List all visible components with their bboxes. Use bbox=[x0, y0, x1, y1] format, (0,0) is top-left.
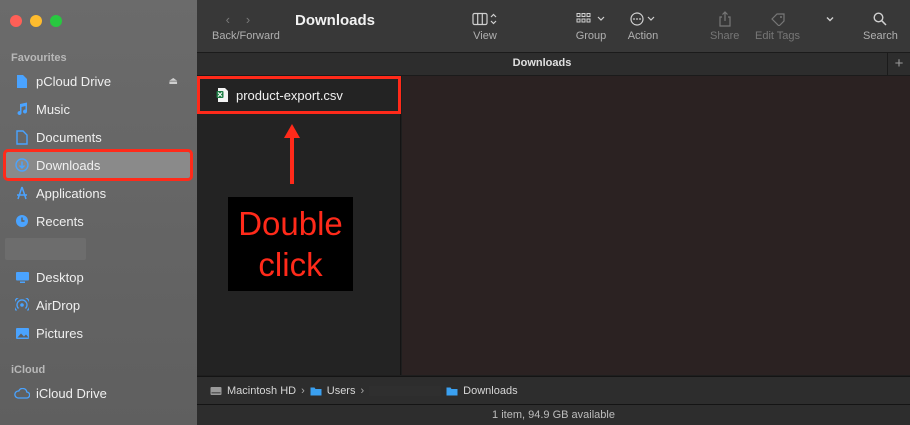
back-forward-label: Back/Forward bbox=[212, 30, 280, 42]
share-icon bbox=[719, 11, 731, 27]
edit-tags-label: Edit Tags bbox=[755, 30, 801, 42]
chevron-down-icon bbox=[826, 17, 834, 22]
window-title: Downloads bbox=[295, 12, 376, 29]
close-window-button[interactable] bbox=[10, 15, 22, 27]
sidebar-item-music[interactable]: Music bbox=[6, 96, 190, 122]
toolbar: ‹ › Back/Forward Downloads View Group Act… bbox=[197, 0, 910, 52]
airdrop-icon bbox=[14, 297, 30, 313]
sidebar-item-icloud-drive[interactable]: iCloud Drive bbox=[6, 380, 190, 406]
sidebar-item-label: Desktop bbox=[36, 269, 84, 285]
spreadsheet-file-icon bbox=[216, 87, 230, 103]
search-button[interactable]: Search bbox=[863, 8, 898, 42]
chevron-right-icon[interactable]: › bbox=[246, 12, 266, 27]
file-name: product-export.csv bbox=[236, 87, 343, 103]
sidebar-item-label: Recents bbox=[36, 213, 84, 229]
sidebar-item-label: AirDrop bbox=[36, 297, 81, 313]
status-bar: 1 item, 94.9 GB available bbox=[197, 404, 910, 425]
view-label: View bbox=[473, 30, 497, 42]
sidebar: Favourites pCloud Drive ⏏ Music Document… bbox=[0, 0, 197, 425]
folder-icon bbox=[310, 387, 322, 395]
group-label: Group bbox=[575, 30, 607, 42]
annotation-arrow bbox=[284, 124, 300, 184]
sidebar-item-recents[interactable]: Recents bbox=[6, 208, 190, 234]
new-tab-button[interactable]: + bbox=[887, 53, 910, 75]
columns-view-icon bbox=[472, 12, 497, 26]
eject-icon[interactable]: ⏏ bbox=[169, 76, 178, 87]
sidebar-item-desktop[interactable]: Desktop bbox=[6, 264, 190, 290]
annotation-line-1: Double bbox=[238, 205, 343, 242]
sidebar-item-label: Documents bbox=[36, 129, 102, 145]
desktop-icon bbox=[14, 269, 30, 285]
crumb-label: Downloads bbox=[463, 384, 518, 397]
more-toolbar-items-button[interactable] bbox=[825, 8, 835, 30]
ellipsis-circle-icon bbox=[630, 12, 655, 26]
download-icon bbox=[14, 157, 30, 173]
hard-drive-icon bbox=[210, 386, 222, 395]
sidebar-item-airdrop[interactable]: AirDrop bbox=[6, 292, 190, 318]
minimize-window-button[interactable] bbox=[30, 15, 42, 27]
redacted-item bbox=[5, 238, 86, 260]
window-controls bbox=[10, 15, 62, 27]
file-row-product-export[interactable]: product-export.csv bbox=[197, 76, 401, 114]
crumb-separator: › bbox=[360, 384, 365, 397]
section-icloud: iCloud bbox=[11, 364, 46, 376]
sidebar-item-label: Music bbox=[36, 101, 70, 117]
zoom-window-button[interactable] bbox=[50, 15, 62, 27]
sidebar-item-pictures[interactable]: Pictures bbox=[6, 320, 190, 346]
section-favourites: Favourites bbox=[11, 52, 67, 64]
sidebar-item-pcloud-drive[interactable]: pCloud Drive ⏏ bbox=[6, 68, 190, 94]
sidebar-item-label: pCloud Drive bbox=[36, 73, 112, 89]
annotation-line-2: click bbox=[258, 246, 323, 283]
tab-downloads[interactable]: Downloads bbox=[197, 57, 887, 69]
search-icon bbox=[873, 12, 887, 26]
search-label: Search bbox=[863, 30, 898, 42]
back-forward-control[interactable]: ‹ › Back/Forward bbox=[212, 8, 280, 43]
music-note-icon bbox=[14, 101, 30, 117]
share-button[interactable]: Share bbox=[710, 8, 739, 42]
document-icon bbox=[14, 73, 30, 89]
sidebar-item-downloads[interactable]: Downloads bbox=[3, 149, 193, 181]
preview-column bbox=[402, 76, 910, 375]
chevron-left-icon[interactable]: ‹ bbox=[226, 12, 246, 27]
tab-bar: Downloads + bbox=[197, 52, 910, 76]
action-button[interactable]: Action bbox=[627, 8, 659, 42]
crumb-label: Macintosh HD bbox=[227, 384, 297, 397]
sidebar-item-label: Pictures bbox=[36, 325, 83, 341]
folder-icon bbox=[446, 387, 458, 395]
clock-icon bbox=[14, 213, 30, 229]
redacted-crumb bbox=[369, 385, 442, 396]
crumb-separator: › bbox=[301, 384, 305, 397]
group-button[interactable]: Group bbox=[575, 8, 607, 42]
action-label: Action bbox=[627, 30, 659, 42]
view-button[interactable]: View bbox=[472, 8, 498, 42]
path-crumb-macintosh-hd[interactable]: Macintosh HD bbox=[210, 385, 296, 397]
sidebar-item-documents[interactable]: Documents bbox=[6, 124, 190, 150]
crumb-label: Users bbox=[326, 384, 356, 397]
applications-icon bbox=[14, 185, 30, 201]
edit-tags-button[interactable]: Edit Tags bbox=[755, 8, 800, 42]
sidebar-item-label: Applications bbox=[36, 185, 107, 201]
share-label: Share bbox=[710, 30, 740, 42]
tag-icon bbox=[770, 13, 785, 26]
cloud-icon bbox=[14, 385, 30, 401]
path-bar: Macintosh HD › Users › Downloads bbox=[197, 376, 910, 404]
path-crumb-downloads[interactable]: Downloads bbox=[446, 384, 518, 397]
sidebar-item-applications[interactable]: Applications bbox=[6, 180, 190, 206]
sidebar-item-label: Downloads bbox=[36, 157, 101, 173]
annotation-callout: Double click bbox=[228, 197, 353, 291]
document-icon bbox=[14, 129, 30, 145]
group-grid-icon bbox=[576, 13, 605, 23]
sidebar-item-label: iCloud Drive bbox=[36, 385, 107, 401]
path-crumb-users[interactable]: Users bbox=[310, 384, 356, 397]
picture-icon bbox=[14, 325, 30, 341]
